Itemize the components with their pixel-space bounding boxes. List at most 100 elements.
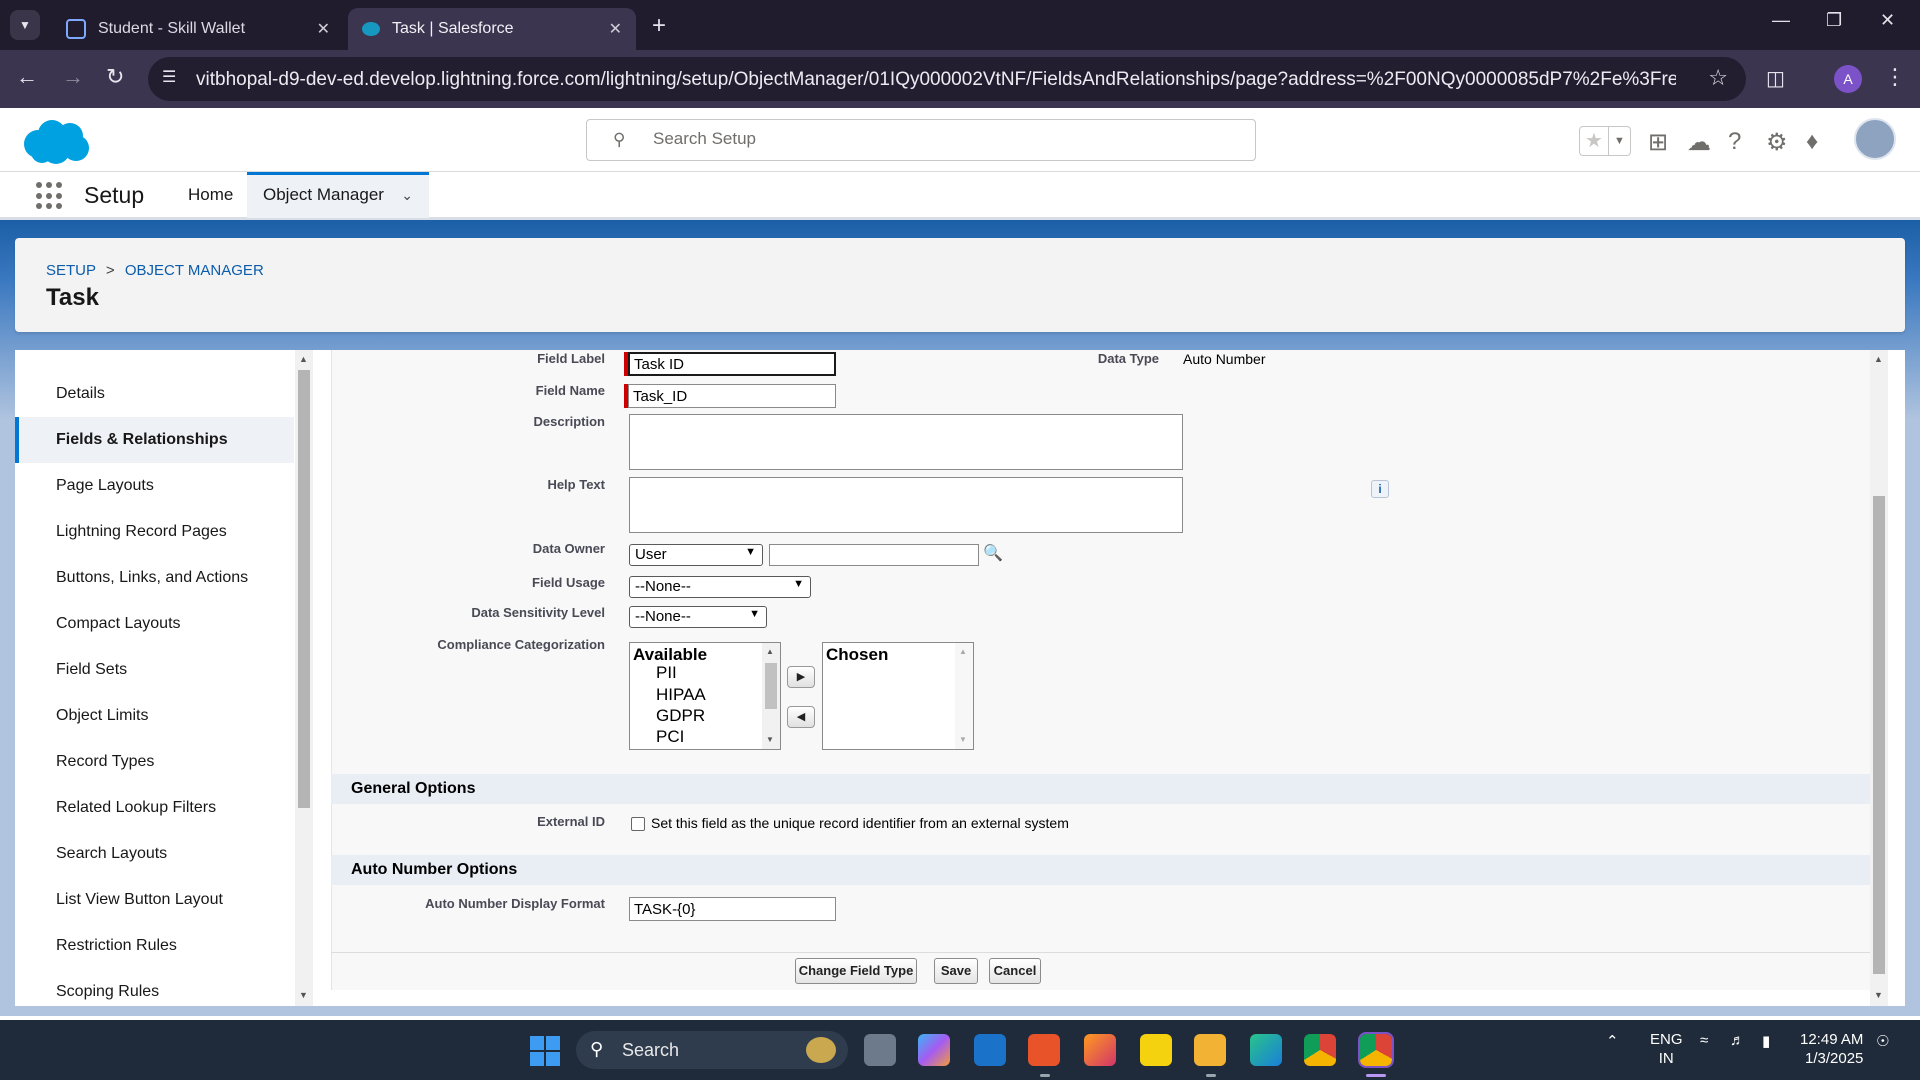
setup-search-box[interactable]: ⚲ (586, 119, 1256, 161)
save-button[interactable]: Save (934, 958, 978, 984)
brave-browser-icon[interactable] (1028, 1034, 1060, 1066)
remove-left-arrow-button[interactable]: ◀ (787, 706, 815, 728)
sidebar-item-compact-layouts[interactable]: Compact Layouts (15, 601, 294, 647)
browser-tab-salesforce[interactable]: Task | Salesforce ✕ (348, 8, 636, 50)
data-owner-lookup-input[interactable] (769, 544, 979, 566)
setup-search-input[interactable] (653, 129, 1213, 149)
favorites-group[interactable]: ★ ▼ (1579, 126, 1631, 156)
chevron-down-icon[interactable]: ⌄ (401, 175, 413, 215)
add-right-arrow-button[interactable]: ▶ (787, 666, 815, 688)
battery-icon[interactable]: ▮ (1762, 1032, 1770, 1050)
app-launcher-waffle-icon[interactable] (36, 182, 64, 210)
scroll-down-arrow-icon[interactable]: ▼ (1874, 990, 1883, 1000)
info-icon[interactable]: i (1371, 480, 1389, 498)
reload-icon[interactable]: ↻ (106, 64, 124, 90)
field-usage-select[interactable]: --None-- ▼ (629, 576, 811, 598)
show-hidden-icons-chevron-icon[interactable]: ⌃ (1606, 1032, 1619, 1050)
new-tab-plus-icon[interactable]: + (652, 12, 666, 40)
notification-center-icon[interactable]: ☉ (1876, 1032, 1889, 1050)
data-owner-type-select[interactable]: User ▼ (629, 544, 763, 566)
sidebar-item-list-view-button-layout[interactable]: List View Button Layout (15, 877, 294, 923)
scroll-up-arrow-icon[interactable]: ▲ (959, 647, 967, 656)
close-tab-icon[interactable]: ✕ (317, 19, 330, 39)
breadcrumb-setup-link[interactable]: SETUP (46, 262, 96, 279)
sidebar-item-page-layouts[interactable]: Page Layouts (15, 463, 294, 509)
browser-tab-skill-wallet[interactable]: Student - Skill Wallet ✕ (52, 8, 344, 50)
sidebar-item-search-layouts[interactable]: Search Layouts (15, 831, 294, 877)
field-name-input[interactable] (628, 384, 836, 408)
url-text[interactable]: vitbhopal-d9-dev-ed.develop.lightning.fo… (196, 69, 1676, 91)
auto-number-format-input[interactable] (629, 897, 836, 921)
available-listbox[interactable]: Available PII HIPAA GDPR PCI ▲ ▼ (629, 642, 781, 750)
sidebar-item-related-lookup-filters[interactable]: Related Lookup Filters (15, 785, 294, 831)
chosen-listbox[interactable]: Chosen ▲ ▼ (822, 642, 974, 750)
file-explorer-icon[interactable] (1194, 1034, 1226, 1066)
forward-arrow-icon[interactable]: → (62, 64, 84, 90)
listbox-scrollbar[interactable]: ▲ ▼ (762, 643, 780, 749)
scroll-down-arrow-icon[interactable]: ▼ (959, 735, 967, 744)
help-question-icon[interactable]: ? (1728, 128, 1741, 156)
sidebar-item-object-limits[interactable]: Object Limits (15, 693, 294, 739)
sidebar-item-buttons-links-actions[interactable]: Buttons, Links, and Actions (15, 555, 294, 601)
system-clock[interactable]: 12:49 AM 1/3/2025 (1800, 1030, 1863, 1068)
minimize-icon[interactable]: — (1772, 10, 1790, 31)
volume-icon[interactable]: ♬ (1730, 1032, 1745, 1049)
sidebar-item-lightning-record-pages[interactable]: Lightning Record Pages (15, 509, 294, 555)
close-window-icon[interactable]: ✕ (1880, 10, 1895, 31)
extensions-icon[interactable]: ◫ (1766, 66, 1785, 91)
taskbar-search-box[interactable]: ⚲ Search (576, 1031, 848, 1069)
nav-tab-home[interactable]: Home (172, 172, 249, 218)
available-option[interactable]: HIPAA (656, 685, 706, 705)
chrome-profile-icon[interactable] (1358, 1032, 1394, 1068)
tab-search-button[interactable]: ▼ (10, 10, 40, 40)
available-option[interactable]: PCI (656, 727, 684, 747)
address-bar[interactable]: ☰ vitbhopal-d9-dev-ed.develop.lightning.… (148, 57, 1746, 101)
sidebar-item-fields-relationships[interactable]: Fields & Relationships (15, 417, 294, 463)
windows-start-icon[interactable] (530, 1036, 560, 1066)
cancel-button[interactable]: Cancel (989, 958, 1041, 984)
profile-avatar[interactable]: A (1834, 65, 1862, 93)
external-id-checkbox[interactable] (631, 817, 645, 831)
scroll-up-arrow-icon[interactable]: ▲ (766, 647, 774, 656)
copilot-icon[interactable] (918, 1034, 950, 1066)
sidebar-item-details[interactable]: Details (15, 371, 294, 417)
scroll-down-arrow-icon[interactable]: ▼ (299, 990, 308, 1000)
salesforce-cloud-logo[interactable] (20, 118, 92, 166)
sticky-notes-icon[interactable] (1140, 1034, 1172, 1066)
firefox-icon[interactable] (1084, 1034, 1116, 1066)
sidebar-scrollbar[interactable]: ▲ ▼ (295, 350, 313, 1006)
favorites-dropdown-icon[interactable]: ▼ (1608, 127, 1630, 155)
bookmark-star-icon[interactable]: ☆ (1708, 65, 1728, 91)
lookup-magnifier-icon[interactable]: 🔍 (983, 543, 1003, 563)
data-sensitivity-select[interactable]: --None-- ▼ (629, 606, 767, 628)
chrome-icon[interactable] (1304, 1034, 1336, 1066)
site-info-icon[interactable]: ☰ (162, 67, 176, 87)
sidebar-item-field-sets[interactable]: Field Sets (15, 647, 294, 693)
main-scrollbar[interactable]: ▲ ▼ (1870, 350, 1888, 1006)
task-view-icon[interactable] (864, 1034, 896, 1066)
sidebar-item-scoping-rules[interactable]: Scoping Rules (15, 969, 294, 1006)
trailhead-guidance-icon[interactable]: ☁ (1687, 128, 1711, 157)
change-field-type-button[interactable]: Change Field Type (795, 958, 917, 984)
sidebar-item-record-types[interactable]: Record Types (15, 739, 294, 785)
restore-icon[interactable]: ❐ (1826, 10, 1842, 31)
scroll-up-arrow-icon[interactable]: ▲ (1874, 354, 1883, 364)
input-language[interactable]: ENG IN (1650, 1030, 1683, 1068)
user-avatar[interactable] (1854, 118, 1896, 160)
nav-tab-object-manager[interactable]: Object Manager ⌄ (247, 172, 429, 218)
outlook-icon[interactable] (974, 1034, 1006, 1066)
available-option[interactable]: PII (656, 663, 677, 683)
browser-menu-icon[interactable]: ⋮ (1884, 64, 1906, 90)
notifications-bell-icon[interactable]: ♦ (1806, 128, 1818, 156)
scroll-up-arrow-icon[interactable]: ▲ (299, 354, 308, 364)
scrollbar-thumb[interactable] (765, 663, 777, 709)
available-option[interactable]: GDPR (656, 706, 705, 726)
favorites-star-icon[interactable]: ★ (1580, 127, 1608, 155)
close-tab-icon[interactable]: ✕ (609, 19, 622, 39)
wifi-icon[interactable]: ≈ (1700, 1032, 1708, 1049)
global-actions-plus-icon[interactable]: ⊞ (1648, 128, 1668, 157)
listbox-scrollbar[interactable]: ▲ ▼ (955, 643, 973, 749)
sidebar-item-restriction-rules[interactable]: Restriction Rules (15, 923, 294, 969)
edge-icon[interactable] (1250, 1034, 1282, 1066)
scrollbar-thumb[interactable] (298, 370, 310, 808)
